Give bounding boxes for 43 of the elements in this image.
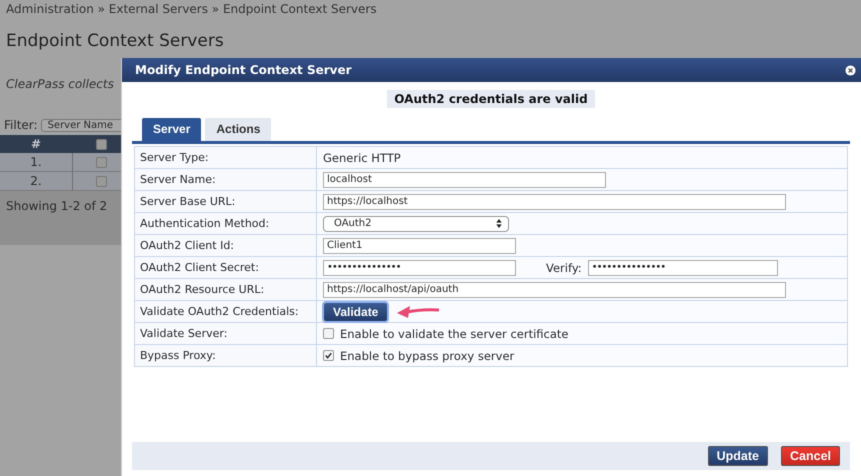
field-label: Server Name: bbox=[135, 169, 317, 190]
input-field[interactable]: Client1 bbox=[323, 238, 516, 254]
checkbox[interactable] bbox=[323, 328, 334, 339]
close-icon[interactable] bbox=[845, 64, 856, 76]
field-label: OAuth2 Client Id: bbox=[135, 235, 317, 256]
table-cell-text: 1. bbox=[29, 155, 43, 169]
input-field[interactable]: localhost bbox=[323, 172, 606, 188]
field-value: Generic HTTP bbox=[323, 150, 401, 164]
breadcrumb: Administration » External Servers » Endpoint Context Servers bbox=[6, 2, 378, 16]
input-field[interactable]: https://localhost bbox=[323, 194, 786, 210]
select-all-checkbox[interactable] bbox=[96, 138, 106, 150]
password-field[interactable]: ••••••••••••••• bbox=[588, 260, 778, 276]
field-label: Validate OAuth2 Credentials: bbox=[135, 301, 317, 322]
dialog-title: Modify Endpoint Context Server bbox=[135, 63, 352, 77]
dropdown-select[interactable]: OAuth2 bbox=[323, 216, 509, 232]
table-cell-text: 2. bbox=[29, 174, 43, 188]
filter-label: Filter: bbox=[4, 118, 38, 132]
field-label: Bypass Proxy: bbox=[135, 345, 317, 366]
field-label: Server Base URL: bbox=[135, 191, 317, 212]
field-label: Server Type: bbox=[135, 147, 317, 168]
description-text: ClearPass collects bbox=[6, 77, 115, 91]
status-message: OAuth2 credentials are valid bbox=[387, 90, 595, 108]
field-label: OAuth2 Resource URL: bbox=[135, 279, 317, 300]
checkbox-label: Enable to validate the server certificate bbox=[340, 326, 568, 340]
verify-label: Verify: bbox=[546, 260, 582, 274]
input-field[interactable]: https://localhost/api/oauth bbox=[323, 282, 786, 298]
field-label: Authentication Method: bbox=[135, 213, 317, 234]
validate-button[interactable]: Validate bbox=[324, 302, 388, 320]
up-down-arrows-icon bbox=[496, 219, 502, 228]
field-label: OAuth2 Client Secret: bbox=[135, 257, 317, 278]
checkbox[interactable] bbox=[323, 350, 334, 361]
tab[interactable]: Server bbox=[142, 118, 202, 141]
tab[interactable]: Actions bbox=[205, 118, 272, 141]
password-field[interactable]: ••••••••••••••• bbox=[323, 260, 516, 276]
field-label: Validate Server: bbox=[135, 323, 317, 344]
annotation-arrow bbox=[395, 304, 442, 320]
cancel-button[interactable]: Cancel bbox=[781, 446, 840, 466]
update-button[interactable]: Update bbox=[708, 446, 768, 466]
page-title: Endpoint Context Servers bbox=[6, 31, 225, 51]
row-checkbox[interactable] bbox=[96, 176, 107, 186]
row-checkbox[interactable] bbox=[96, 156, 107, 168]
checkbox-label: Enable to bypass proxy server bbox=[340, 348, 514, 362]
column-header: # bbox=[30, 137, 42, 151]
